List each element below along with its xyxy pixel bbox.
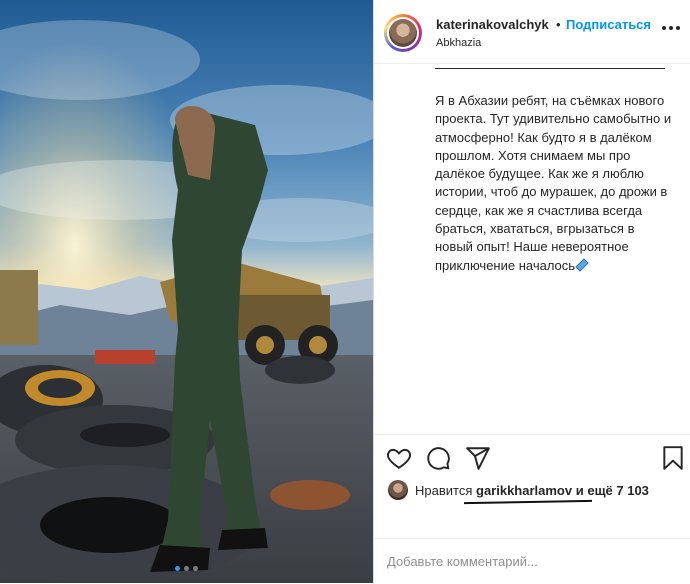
carousel-indicator: [0, 566, 373, 571]
liker-username[interactable]: garikkharlamov: [476, 483, 572, 498]
paper-plane-icon[interactable]: [465, 445, 491, 471]
post-location[interactable]: Abkhazia: [436, 37, 481, 49]
comment-input[interactable]: [387, 551, 667, 571]
likes-prefix: Нравится: [415, 482, 473, 498]
carousel-dot: [175, 566, 180, 571]
post-photo[interactable]: [0, 0, 373, 583]
comment-icon[interactable]: [425, 445, 451, 471]
liker-avatar: [388, 480, 408, 500]
post-modal: katerinakovalchyk • Подписаться Abkhazia…: [0, 0, 690, 583]
comment-bar: [374, 538, 690, 584]
post-side-panel: katerinakovalchyk • Подписаться Abkhazia…: [373, 0, 690, 583]
photo-illustration: [0, 0, 373, 583]
carousel-dot: [193, 566, 198, 571]
bookmark-icon[interactable]: [660, 445, 686, 471]
caption-divider-line: [435, 68, 665, 69]
author-username[interactable]: katerinakovalchyk: [436, 17, 549, 32]
follow-button[interactable]: Подписаться: [566, 17, 651, 32]
author-avatar[interactable]: [384, 14, 422, 52]
diamond-emoji-icon: [575, 257, 589, 277]
heart-icon[interactable]: [386, 445, 412, 471]
more-options-icon[interactable]: [661, 18, 681, 32]
separator-dot: •: [556, 17, 561, 32]
carousel-dot: [184, 566, 189, 571]
post-actions: [374, 434, 690, 477]
caption-text: Я в Абхазии ребят, на съёмках нового про…: [435, 93, 675, 273]
caption-area: Я в Абхазии ребят, на съёмках нового про…: [374, 64, 690, 434]
likes-count[interactable]: и ещё 7 103: [576, 483, 649, 498]
post-caption: Я в Абхазии ребят, на съёмках нового про…: [435, 92, 675, 277]
post-header: katerinakovalchyk • Подписаться Abkhazia: [374, 0, 690, 64]
likes-summary[interactable]: Нравится garikkharlamov и ещё 7 103: [388, 477, 649, 503]
